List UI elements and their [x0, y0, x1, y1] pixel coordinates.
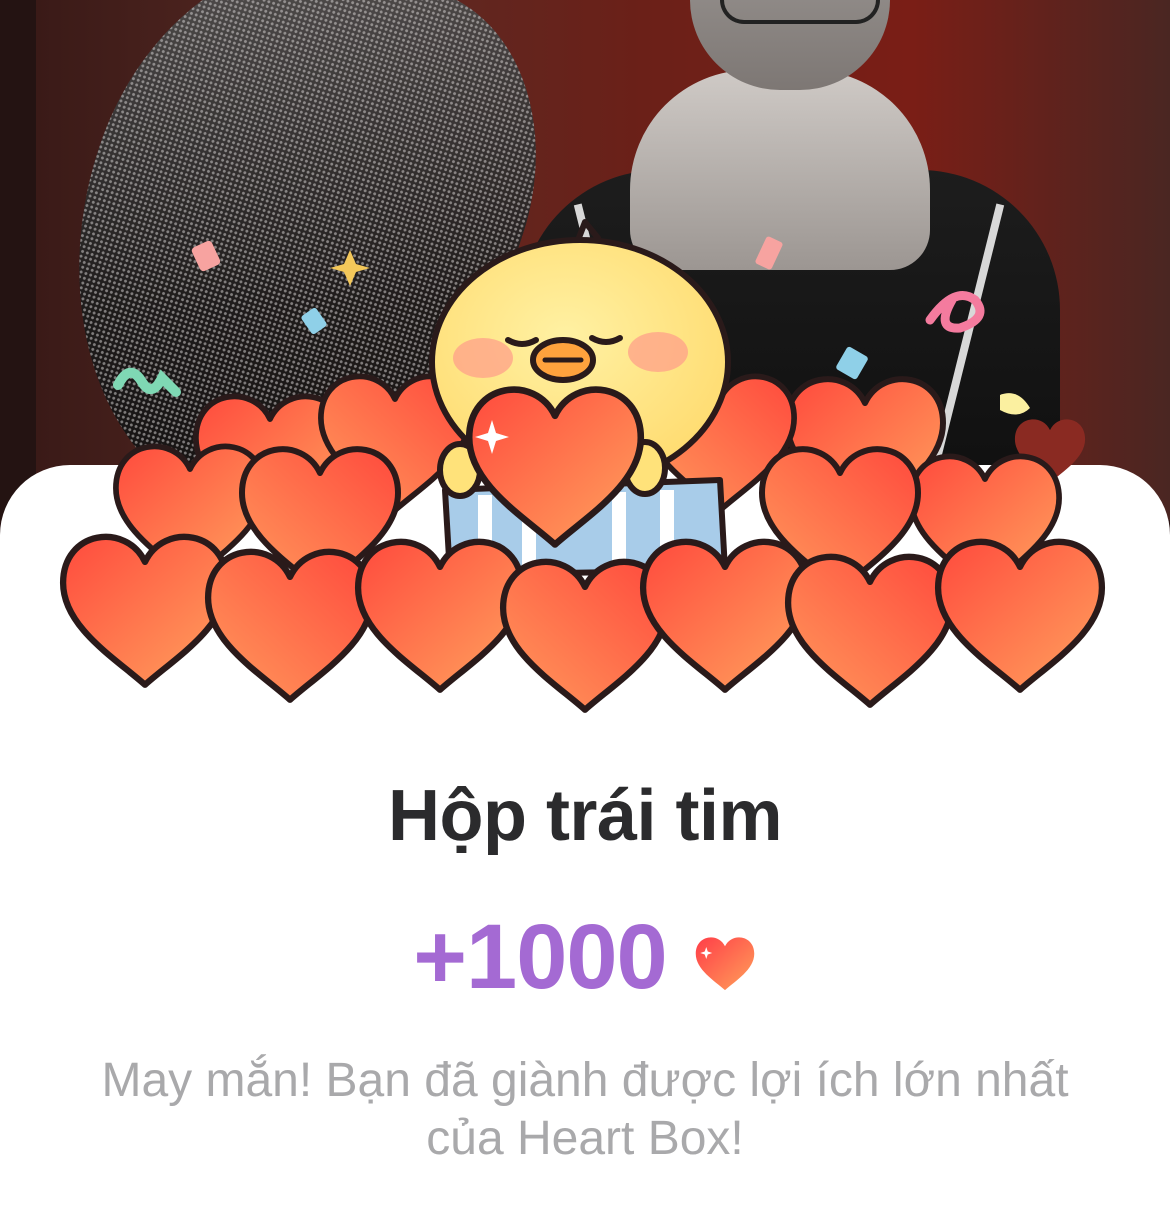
heart-box-illustration	[0, 219, 1170, 720]
heart-icon	[695, 936, 754, 990]
result-message: May mắn! Bạn đã giành được lợi ích lớn n…	[101, 1054, 1069, 1165]
person-glasses	[720, 0, 880, 24]
reward-row: +1000	[0, 905, 1170, 1010]
dialog-title: Hộp trái tim	[387, 776, 783, 856]
reward-amount: +1000	[413, 906, 667, 1008]
